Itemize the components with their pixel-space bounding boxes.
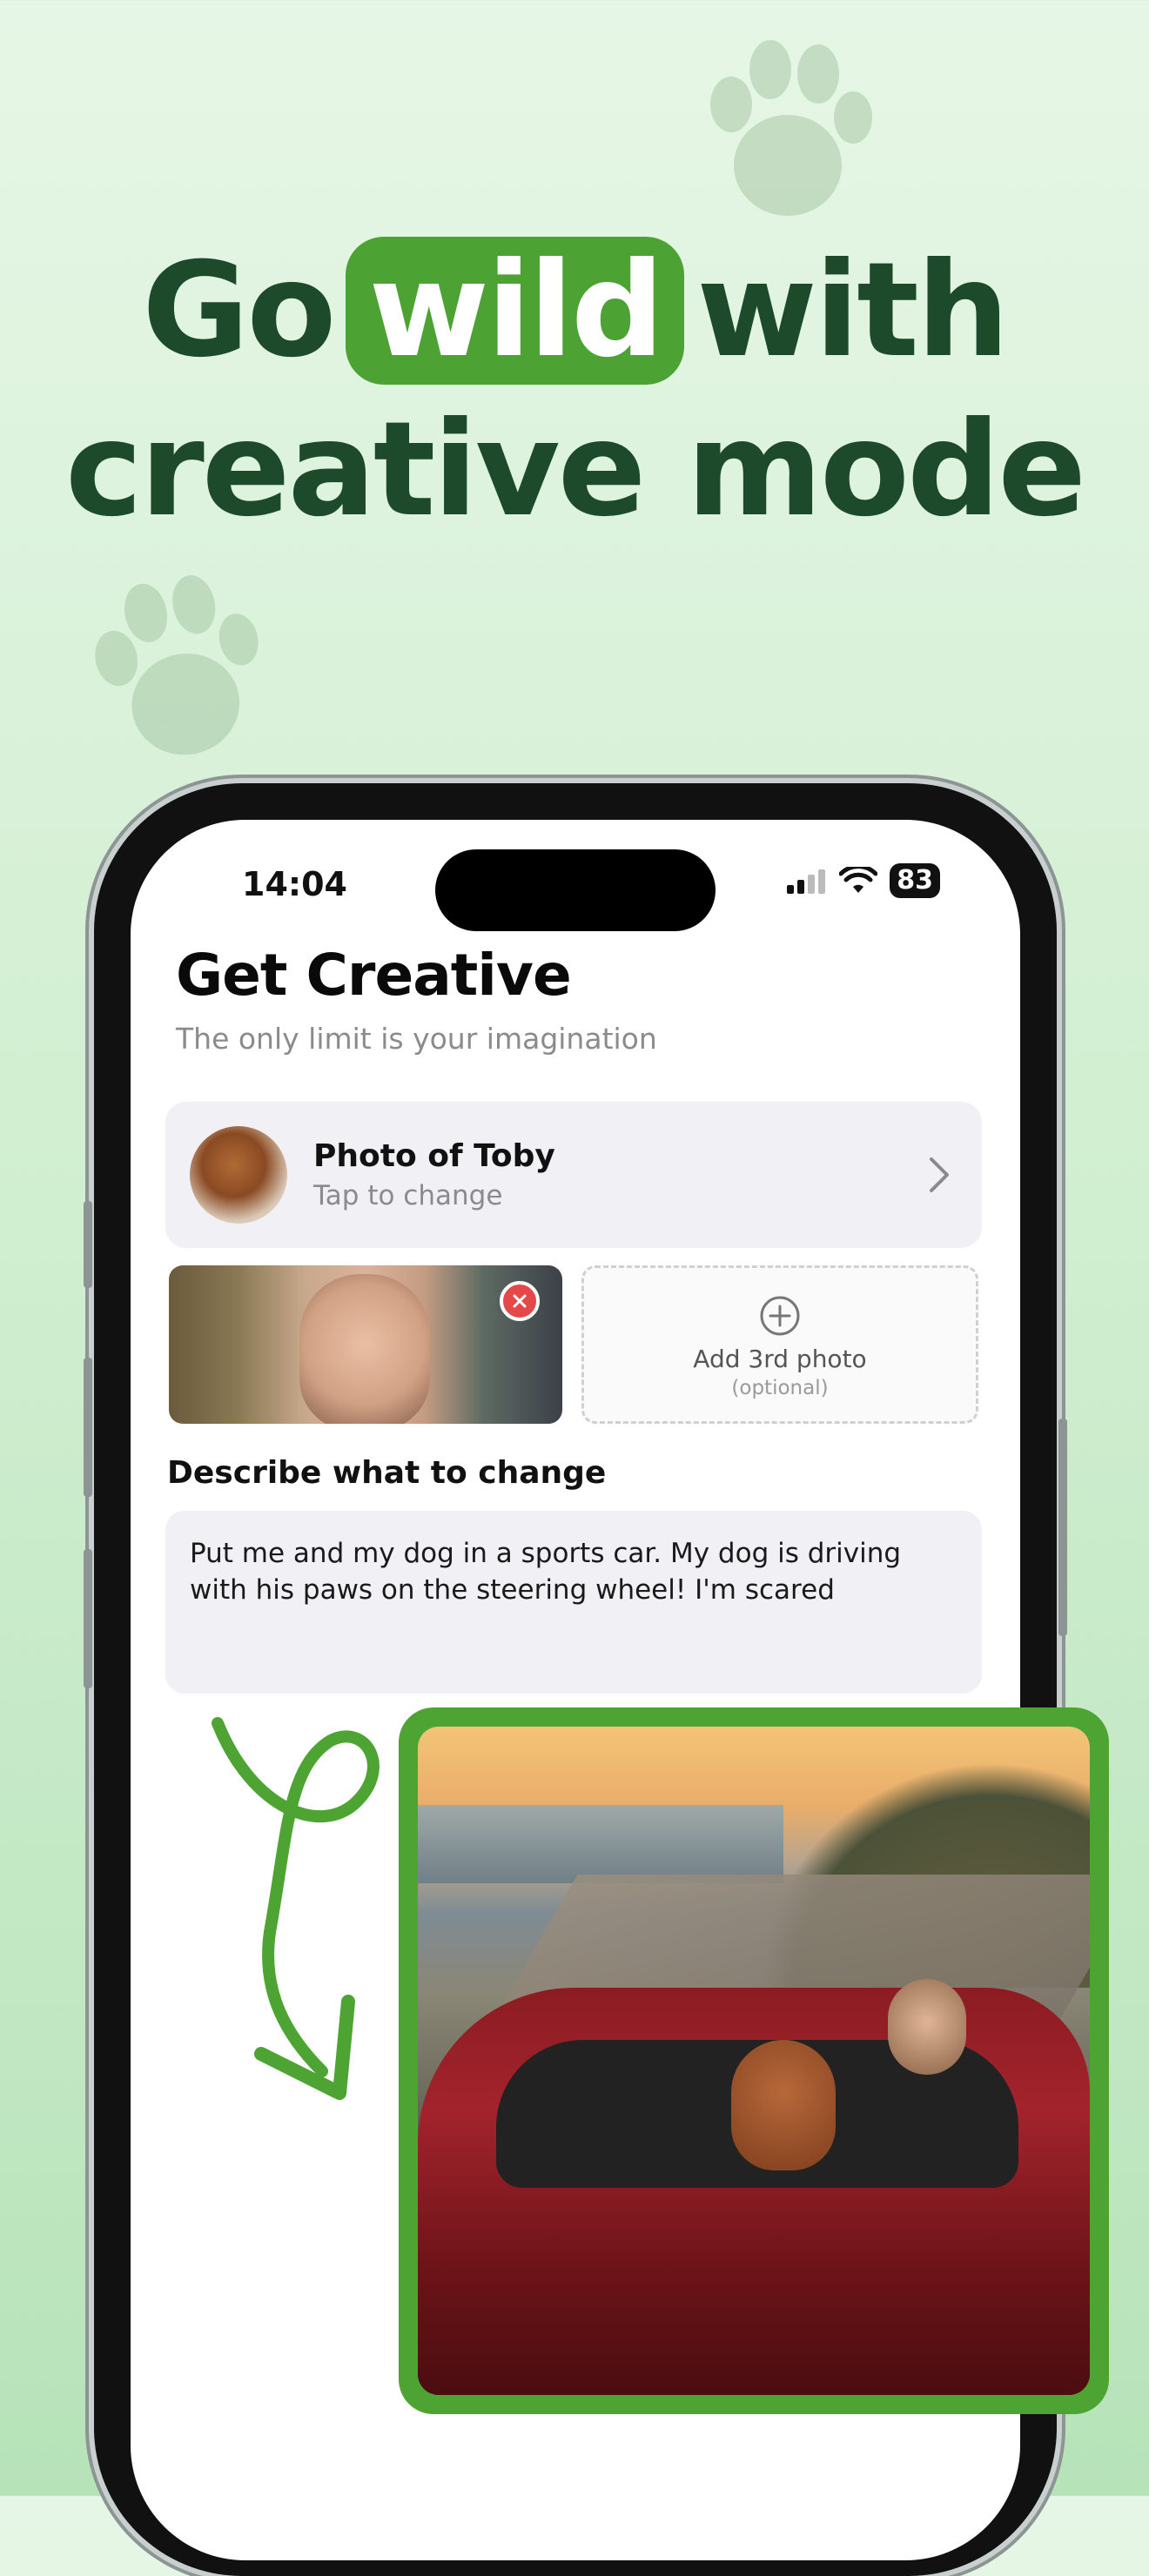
phone-side-button <box>84 1201 92 1288</box>
close-icon <box>513 1294 527 1308</box>
battery-level: 83 <box>890 863 940 898</box>
headline-line-2: creative mode <box>64 394 1086 546</box>
add-photo-button[interactable]: Add 3rd photo (optional) <box>581 1265 978 1424</box>
phone-volume-up <box>84 1358 92 1497</box>
result-dog <box>731 2040 836 2170</box>
remove-photo-button[interactable] <box>500 1281 540 1321</box>
wifi-icon <box>839 867 878 893</box>
description-text: Put me and my dog in a sports car. My do… <box>190 1538 902 1606</box>
headline-highlight-pill: wild <box>346 237 685 385</box>
describe-label: Describe what to change <box>167 1455 607 1491</box>
result-sea <box>418 1805 783 1883</box>
paw-print-icon <box>95 575 259 755</box>
headline-go: Go <box>142 235 336 386</box>
dynamic-island <box>435 849 716 931</box>
chevron-right-icon <box>930 1157 949 1192</box>
status-icons: 83 <box>785 863 940 898</box>
curly-arrow-icon <box>212 1717 380 2100</box>
pet-photo-card[interactable]: Photo of Toby Tap to change <box>165 1102 982 1248</box>
page-title: Get Creative <box>176 942 572 1009</box>
generated-result-frame <box>399 1707 1109 2414</box>
status-time: 14:04 <box>242 865 347 903</box>
description-input[interactable]: Put me and my dog in a sports car. My do… <box>165 1511 982 1694</box>
headline-with: with <box>696 235 1009 386</box>
phone-power-button <box>1058 1419 1067 1636</box>
plus-circle-icon <box>760 1296 800 1336</box>
pet-photo-title: Photo of Toby <box>313 1138 555 1174</box>
phone-volume-down <box>84 1549 92 1688</box>
marketing-headline: Go wild with creative mode <box>0 235 1149 553</box>
pet-avatar <box>190 1126 287 1224</box>
signal-icon <box>787 869 826 894</box>
paw-print-icon <box>710 40 872 216</box>
add-photo-label: Add 3rd photo <box>693 1345 867 1373</box>
pet-photo-hint: Tap to change <box>313 1180 503 1211</box>
person-face <box>299 1274 430 1424</box>
generated-result-image <box>418 1727 1090 2395</box>
add-photo-optional: (optional) <box>731 1377 829 1399</box>
page-subtitle: The only limit is your imagination <box>176 1022 657 1056</box>
result-man <box>888 1979 966 2075</box>
